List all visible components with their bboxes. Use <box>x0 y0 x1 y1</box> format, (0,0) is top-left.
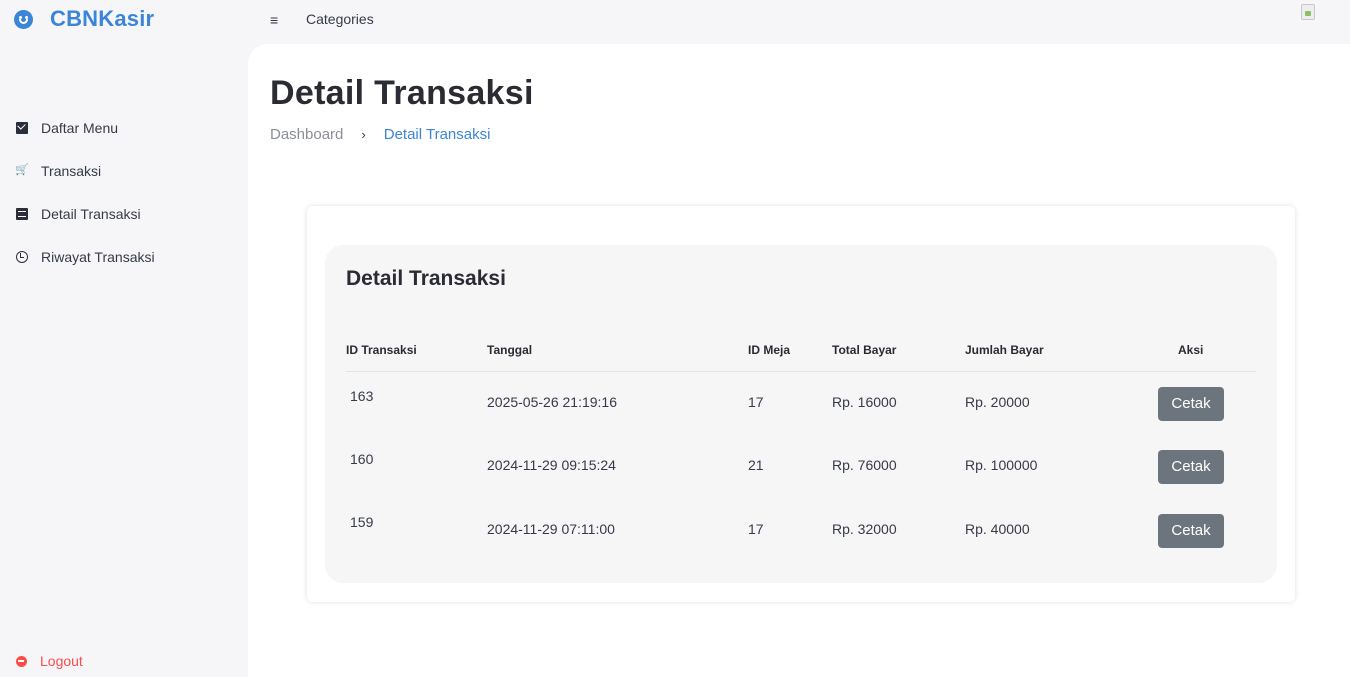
logout-button[interactable]: Logout <box>16 653 83 669</box>
sidebar-item-detail-transaksi[interactable]: Detail Transaksi <box>16 206 141 222</box>
cell-meja: 21 <box>748 457 764 473</box>
cell-id: 159 <box>350 514 374 530</box>
cell-tanggal: 2024-11-29 09:15:24 <box>487 457 616 473</box>
cell-tanggal: 2025-05-26 21:19:16 <box>487 394 617 410</box>
cell-tanggal: 2024-11-29 07:11:00 <box>487 521 615 537</box>
cell-meja: 17 <box>748 394 764 410</box>
column-header-jumlah-bayar: Jumlah Bayar <box>965 343 1044 357</box>
cetak-button[interactable]: Cetak <box>1158 387 1224 421</box>
column-header-id-transaksi: ID Transaksi <box>346 343 417 357</box>
sidebar-item-daftar-menu[interactable]: Daftar Menu <box>16 120 118 136</box>
avatar[interactable] <box>1301 4 1315 20</box>
logout-icon <box>16 655 27 667</box>
main-content: Detail Transaksi Dashboard › Detail Tran… <box>248 44 1350 677</box>
column-header-aksi: Aksi <box>1178 343 1204 357</box>
cetak-button[interactable]: Cetak <box>1158 514 1224 548</box>
cell-total: Rp. 16000 <box>832 394 897 410</box>
sidebar-item-label: Detail Transaksi <box>41 206 141 222</box>
column-header-total-bayar: Total Bayar <box>832 343 897 357</box>
chevron-right-icon: › <box>361 127 366 142</box>
column-header-tanggal: Tanggal <box>487 343 533 357</box>
sidebar-item-label: Riwayat Transaksi <box>41 249 155 265</box>
table-title: Detail Transaksi <box>346 267 506 290</box>
sidebar-item-label: Daftar Menu <box>41 120 119 136</box>
sidebar: Daftar Menu Transaksi Detail Transaksi R… <box>0 44 248 677</box>
cell-jumlah: Rp. 40000 <box>965 521 1030 537</box>
history-icon <box>16 251 28 263</box>
brand-title: CBNKasir <box>50 6 155 31</box>
breadcrumb-current: Detail Transaksi <box>383 126 491 143</box>
cell-total: Rp. 76000 <box>832 457 897 473</box>
sidebar-item-label: Transaksi <box>41 163 102 179</box>
logout-label: Logout <box>40 653 83 669</box>
cell-jumlah: Rp. 100000 <box>965 457 1038 473</box>
categories-link[interactable]: Categories <box>306 11 374 27</box>
receipt-icon <box>16 208 28 220</box>
cell-id: 160 <box>350 451 374 467</box>
cell-meja: 17 <box>748 521 764 537</box>
menu-toggle-icon[interactable]: ≡ <box>270 12 278 28</box>
cell-total: Rp. 32000 <box>832 521 897 537</box>
cart-icon <box>15 163 29 177</box>
smile-icon <box>14 9 33 29</box>
cetak-button[interactable]: Cetak <box>1158 450 1224 484</box>
top-bar: CBNKasir ≡ Categories <box>0 0 1350 44</box>
brand[interactable]: CBNKasir <box>14 6 154 32</box>
sidebar-item-transaksi[interactable]: Transaksi <box>15 163 102 179</box>
transaction-table-panel: Detail Transaksi ID Transaksi Tanggal ID… <box>325 245 1277 583</box>
header-divider <box>346 371 1256 372</box>
column-header-id-meja: ID Meja <box>748 343 791 357</box>
cell-id: 163 <box>350 388 374 404</box>
breadcrumb: Dashboard › Detail Transaksi <box>270 126 490 143</box>
sidebar-item-riwayat-transaksi[interactable]: Riwayat Transaksi <box>16 249 155 265</box>
cell-jumlah: Rp. 20000 <box>965 394 1030 410</box>
page-title: Detail Transaksi <box>270 74 534 112</box>
transaction-card: Detail Transaksi ID Transaksi Tanggal ID… <box>307 206 1295 602</box>
mail-icon <box>16 122 28 134</box>
breadcrumb-dashboard-link[interactable]: Dashboard <box>270 126 343 143</box>
